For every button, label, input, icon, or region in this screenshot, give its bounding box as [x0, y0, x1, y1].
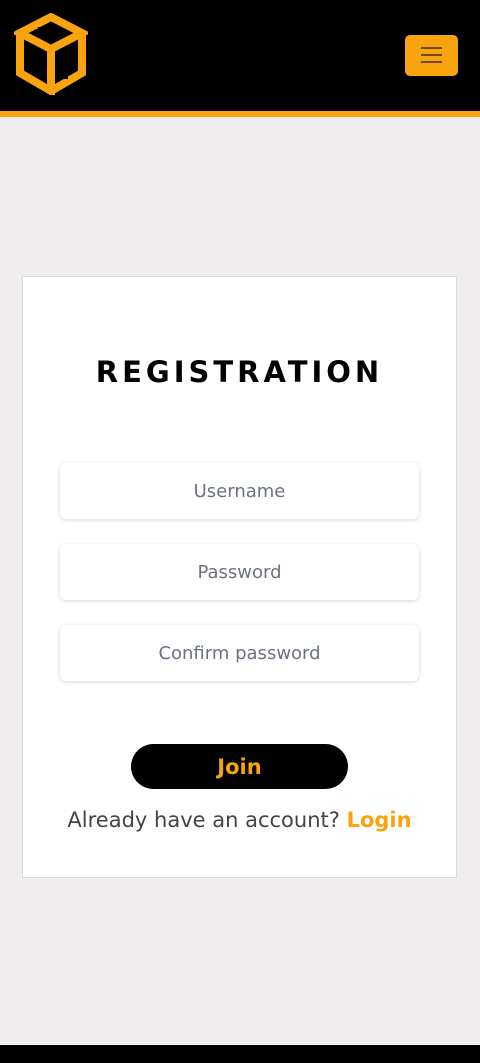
hamburger-menu-icon [421, 47, 442, 49]
navbar [0, 0, 480, 117]
confirm-password-input[interactable] [60, 625, 419, 681]
login-prompt-text: Already have an account? [67, 808, 340, 832]
footer-bar [0, 1045, 480, 1063]
menu-toggle-button[interactable] [405, 35, 458, 76]
logo-icon [14, 13, 88, 95]
login-prompt-row: Already have an account? Login [23, 808, 456, 832]
username-input[interactable] [60, 463, 419, 519]
login-link[interactable]: Login [347, 808, 412, 832]
hamburger-menu-icon [421, 54, 442, 56]
page-title: REGISTRATION [95, 355, 384, 389]
join-button[interactable]: Join [131, 744, 348, 789]
hamburger-menu-icon [421, 61, 442, 63]
password-input[interactable] [60, 544, 419, 600]
registration-card: REGISTRATION Join Already have an accoun… [22, 276, 457, 878]
